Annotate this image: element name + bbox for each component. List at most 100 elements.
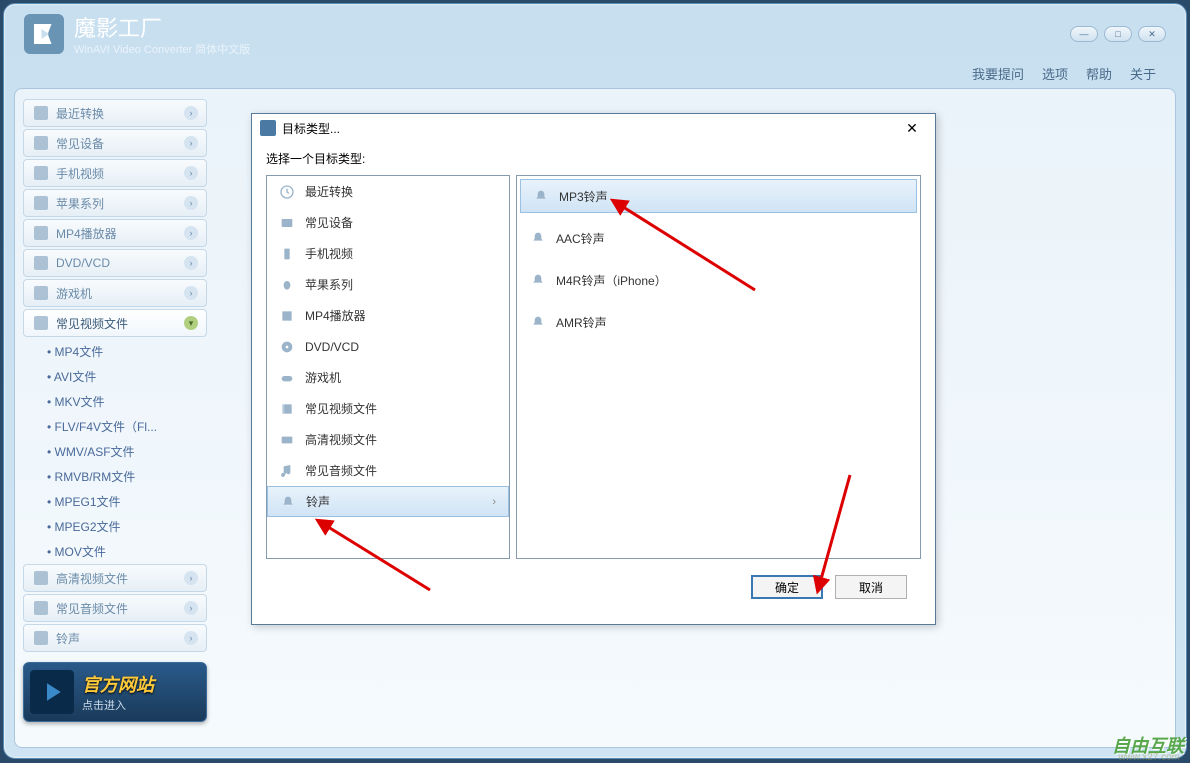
category-panel[interactable]: 最近转换常见设备手机视频苹果系列 MP4播放器 DVD/VCD 游戏机常见视频文件高清…: [266, 175, 510, 559]
sidebar-after-2[interactable]: 铃声›: [23, 624, 207, 652]
category-item-3[interactable]: 苹果系列: [267, 269, 509, 300]
category-label: 游戏机: [305, 369, 341, 386]
sidebar-item-1[interactable]: 常见设备 ›: [23, 129, 207, 157]
sidebar-item-5[interactable]: DVD/VCD›: [23, 249, 207, 277]
sidebar: 最近转换›常见设备›手机视频›苹果系列›MP4播放器›DVD/VCD›游戏机› …: [15, 89, 215, 747]
sidebar-item-label: 常见视频文件: [56, 315, 128, 332]
sidebar-item-label: 游戏机: [56, 285, 92, 302]
banner-title: 官方网站: [82, 671, 154, 697]
sidebar-item-label: 最近转换: [56, 105, 104, 122]
category-item-5[interactable]: DVD/VCD: [267, 331, 509, 362]
menu-options[interactable]: 选项: [1042, 64, 1068, 83]
category-label: 铃声: [306, 493, 330, 510]
film-icon: [34, 316, 48, 330]
app-title: 魔影工厂: [74, 11, 250, 43]
close-button[interactable]: ✕: [1138, 26, 1166, 42]
apple-icon: [279, 277, 295, 293]
device-icon: [34, 136, 48, 150]
chevron-icon: ›: [184, 166, 198, 180]
hd-icon: [34, 571, 48, 585]
sidebar-after-0[interactable]: 高清视频文件›: [23, 564, 207, 592]
option-item-0[interactable]: MP3铃声: [520, 179, 917, 213]
category-item-4[interactable]: MP4播放器: [267, 300, 509, 331]
category-item-6[interactable]: 游戏机: [267, 362, 509, 393]
category-label: MP4播放器: [305, 307, 366, 324]
cancel-button[interactable]: 取消: [835, 575, 907, 599]
dialog-close-button[interactable]: ✕: [897, 120, 927, 137]
tag-icon: [530, 314, 546, 330]
sidebar-item-4[interactable]: MP4播放器›: [23, 219, 207, 247]
dialog-icon: [260, 120, 276, 136]
minimize-button[interactable]: —: [1070, 26, 1098, 42]
sidebar-sub-7[interactable]: MPEG2文件: [23, 514, 207, 539]
sidebar-item-label: 手机视频: [56, 165, 104, 182]
category-label: 高清视频文件: [305, 431, 377, 448]
option-item-1[interactable]: AAC铃声: [518, 221, 919, 255]
category-label: 常见视频文件: [305, 400, 377, 417]
sidebar-item-3[interactable]: 苹果系列›: [23, 189, 207, 217]
category-item-0[interactable]: 最近转换: [267, 176, 509, 207]
menu-help[interactable]: 帮助: [1086, 64, 1112, 83]
option-label: AAC铃声: [556, 230, 605, 247]
category-item-1[interactable]: 常见设备: [267, 207, 509, 238]
mp4-icon: [279, 308, 295, 324]
sidebar-item-label: DVD/VCD: [56, 256, 110, 270]
category-item-9[interactable]: 常见音频文件: [267, 455, 509, 486]
sidebar-after-1[interactable]: 常见音频文件 ›: [23, 594, 207, 622]
dialog-prompt: 选择一个目标类型:: [266, 150, 921, 167]
category-label: 最近转换: [305, 183, 353, 200]
sidebar-item-label: 铃声: [56, 630, 80, 647]
sidebar-item-label: MP4播放器: [56, 225, 117, 242]
sidebar-sub-2[interactable]: MKV文件: [23, 389, 207, 414]
chevron-icon: ›: [184, 601, 198, 615]
chevron-icon: ›: [184, 136, 198, 150]
mp4-icon: [34, 226, 48, 240]
phone-icon: [34, 166, 48, 180]
tag-icon: [533, 188, 549, 204]
sidebar-item-label: 常见设备: [56, 135, 104, 152]
maximize-button[interactable]: □: [1104, 26, 1132, 42]
category-item-10[interactable]: 铃声›: [267, 486, 509, 517]
official-site-banner[interactable]: 官方网站 点击进入: [23, 662, 207, 722]
option-item-2[interactable]: M4R铃声（iPhone）: [518, 263, 919, 297]
gamepad-icon: [279, 370, 295, 386]
sidebar-sub-1[interactable]: AVI文件: [23, 364, 207, 389]
phone-icon: [279, 246, 295, 262]
options-panel[interactable]: MP3铃声 AAC铃声 M4R铃声（iPhone） AMR铃声: [516, 175, 921, 559]
titlebar: 魔影工厂 WinAVI Video Converter 简体中文版 — □ ✕: [4, 4, 1186, 64]
ok-button[interactable]: 确定: [751, 575, 823, 599]
category-item-7[interactable]: 常见视频文件: [267, 393, 509, 424]
disc-icon: [279, 339, 295, 355]
sidebar-item-0[interactable]: 最近转换›: [23, 99, 207, 127]
sidebar-sub-8[interactable]: MOV文件: [23, 539, 207, 564]
sidebar-item-common-video[interactable]: 常见视频文件 ▾: [23, 309, 207, 337]
chevron-down-icon: ▾: [184, 316, 198, 330]
device-icon: [279, 215, 295, 231]
tag-icon: [530, 272, 546, 288]
sidebar-sub-5[interactable]: RMVB/RM文件: [23, 464, 207, 489]
sidebar-sub-3[interactable]: FLV/F4V文件（Fl...: [23, 414, 207, 439]
disc-icon: [34, 256, 48, 270]
sidebar-item-label: 常见音频文件: [56, 600, 128, 617]
sidebar-sub-0[interactable]: MP4文件: [23, 339, 207, 364]
menu-about[interactable]: 关于: [1130, 64, 1156, 83]
gamepad-icon: [34, 286, 48, 300]
option-label: AMR铃声: [556, 314, 607, 331]
chevron-icon: ›: [184, 286, 198, 300]
music-icon: [34, 601, 48, 615]
category-item-8[interactable]: 高清视频文件: [267, 424, 509, 455]
bell-icon: [280, 494, 296, 510]
sidebar-sub-6[interactable]: MPEG1文件: [23, 489, 207, 514]
sidebar-sub-4[interactable]: WMV/ASF文件: [23, 439, 207, 464]
sidebar-item-2[interactable]: 手机视频 ›: [23, 159, 207, 187]
menu-ask[interactable]: 我要提问: [972, 64, 1024, 83]
window-controls: — □ ✕: [1070, 26, 1166, 42]
option-item-3[interactable]: AMR铃声: [518, 305, 919, 339]
sidebar-item-6[interactable]: 游戏机 ›: [23, 279, 207, 307]
bell-icon: [34, 631, 48, 645]
chevron-icon: ›: [184, 571, 198, 585]
category-item-2[interactable]: 手机视频: [267, 238, 509, 269]
music-icon: [279, 463, 295, 479]
clock-icon: [279, 184, 295, 200]
watermark-url: www.x27.com: [1118, 752, 1180, 763]
